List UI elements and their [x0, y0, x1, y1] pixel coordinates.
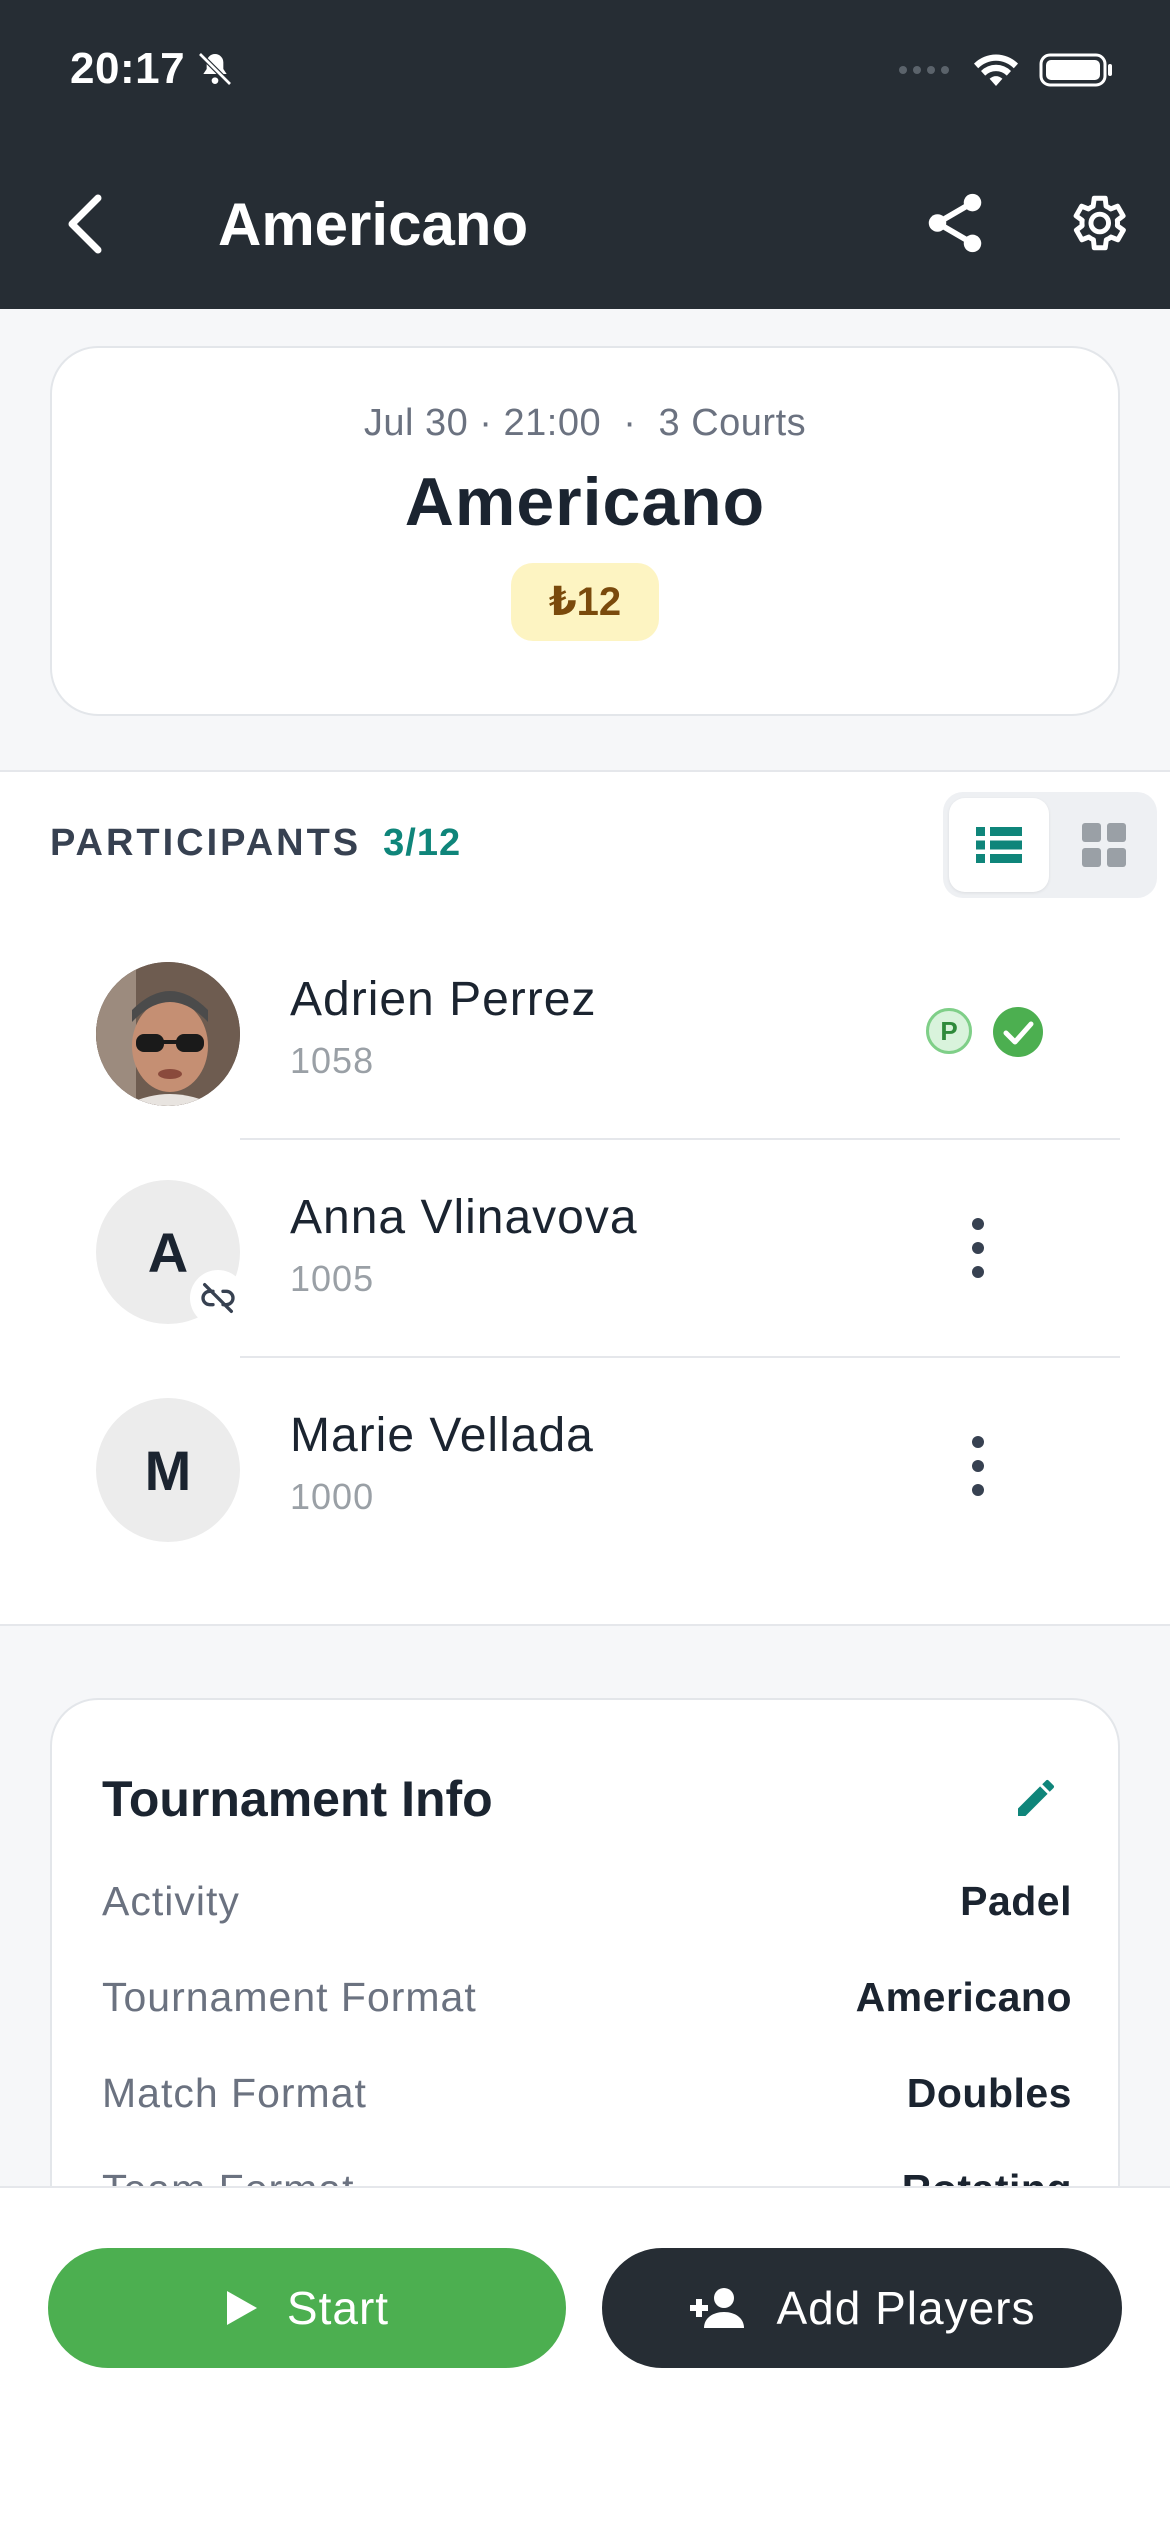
status-time-label: 20:17 — [70, 44, 186, 93]
event-meta: Jul 30 · 21:00 · 3 Courts — [363, 402, 807, 444]
edit-icon[interactable] — [1012, 1774, 1060, 1822]
price-badge: ₺12 — [510, 563, 660, 641]
add-players-button[interactable]: Add Players — [602, 2248, 1122, 2368]
link-off-icon — [201, 1283, 235, 1313]
tournament-info-title: Tournament Info — [102, 1771, 493, 1827]
event-datetime: Jul 30 · 21:00 — [363, 402, 602, 444]
info-row-activity: Activity Padel — [102, 1878, 1072, 1925]
wifi-icon — [974, 54, 1018, 86]
info-value: Doubles — [906, 2070, 1072, 2116]
info-label: Tournament Format — [102, 1974, 477, 2020]
bell-muted-icon — [198, 52, 232, 86]
participant-rating: 1000 — [290, 1476, 375, 1517]
avatar-photo — [96, 962, 240, 1106]
more-vert-icon[interactable] — [960, 1434, 996, 1498]
participant-row[interactable]: Adrien Perrez 1058 P — [0, 922, 1170, 1140]
info-label: Match Format — [102, 2070, 367, 2116]
participants-section: PARTICIPANTS 3/12 Adrien Perrez 1058 P A… — [0, 770, 1170, 1626]
event-summary-card: Jul 30 · 21:00 · 3 Courts Americano ₺12 — [50, 346, 1120, 716]
avatar — [96, 962, 240, 1106]
info-value: Americano — [855, 1974, 1072, 2020]
avatar: M — [96, 1398, 240, 1542]
participant-name: Anna Vlinavova — [290, 1191, 638, 1244]
start-button-label: Start — [286, 2282, 390, 2334]
participant-name: Marie Vellada — [290, 1409, 594, 1462]
participant-row[interactable]: A Anna Vlinavova 1005 — [0, 1140, 1170, 1358]
participants-label: PARTICIPANTS — [50, 822, 362, 864]
participant-rating: 1058 — [290, 1040, 375, 1081]
participant-row[interactable]: M Marie Vellada 1000 — [0, 1358, 1170, 1576]
grid-icon — [1082, 823, 1126, 867]
unlinked-badge — [190, 1270, 246, 1326]
event-title: Americano — [404, 464, 766, 540]
page-title: Americano — [218, 191, 529, 258]
signal-icon — [899, 66, 949, 74]
view-toggle — [943, 792, 1157, 898]
participant-name: Adrien Perrez — [290, 973, 597, 1026]
gear-icon[interactable] — [1064, 190, 1130, 256]
badge-p: P — [926, 1008, 972, 1054]
info-value: Padel — [960, 1878, 1072, 1924]
back-icon[interactable] — [60, 188, 110, 260]
grid-view-button[interactable] — [1057, 798, 1151, 892]
bottom-action-bar: Start Add Players — [0, 2186, 1170, 2534]
list-icon — [976, 827, 1022, 863]
info-row-match-format: Match Format Doubles — [102, 2070, 1072, 2117]
add-players-button-label: Add Players — [776, 2282, 1036, 2334]
info-label: Activity — [102, 1878, 240, 1924]
more-vert-icon[interactable] — [960, 1216, 996, 1280]
share-icon[interactable] — [920, 188, 990, 258]
participant-rating: 1005 — [290, 1258, 375, 1299]
status-bar-icons — [897, 50, 1115, 90]
participants-header: PARTICIPANTS 3/12 — [50, 822, 461, 865]
participants-count: 3/12 — [383, 822, 462, 864]
start-button[interactable]: Start — [48, 2248, 566, 2368]
list-view-button[interactable] — [949, 798, 1049, 892]
app-header: 20:17 Americano — [0, 0, 1170, 309]
play-icon — [226, 2291, 257, 2325]
event-courts: 3 Courts — [658, 402, 807, 444]
check-circle-icon — [993, 1007, 1043, 1057]
info-row-tournament-format: Tournament Format Americano — [102, 1974, 1072, 2021]
status-bar-time: 20:17 — [70, 44, 235, 94]
battery-icon — [1039, 53, 1112, 87]
person-add-icon — [690, 2288, 745, 2328]
